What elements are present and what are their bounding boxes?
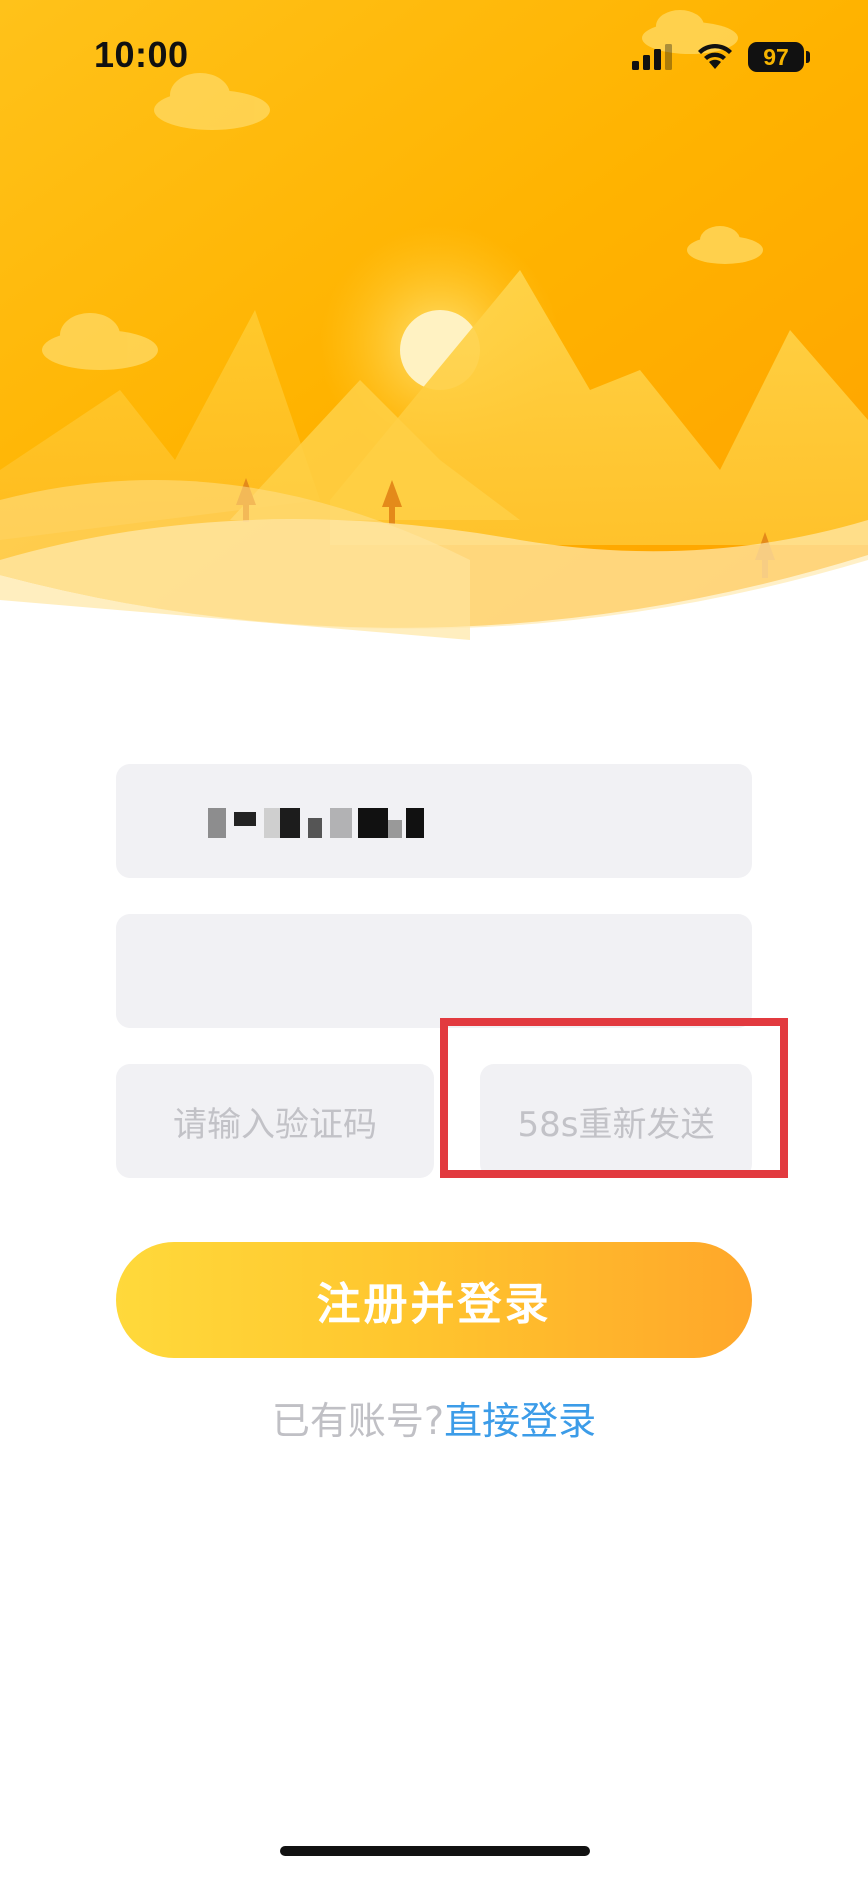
wifi-icon [698, 43, 732, 69]
verification-code-input[interactable]: 请输入验证码 [116, 1064, 434, 1178]
register-and-login-button[interactable]: 注册并登录 [116, 1242, 752, 1358]
redacted-phone-number [208, 808, 428, 838]
login-prompt: 已有账号?直接登录 [0, 1390, 868, 1445]
home-indicator [280, 1846, 590, 1856]
resend-code-button[interactable]: 58s重新发送 [480, 1064, 752, 1178]
phone-input[interactable] [116, 764, 752, 878]
direct-login-link[interactable]: 直接登录 [444, 1399, 596, 1443]
cellular-signal-icon [632, 44, 672, 70]
have-account-text: 已有账号? [271, 1399, 445, 1443]
status-time: 10:00 [94, 34, 189, 75]
status-bar: 10:00 97 [0, 0, 868, 110]
battery-icon: 97 [748, 42, 804, 72]
resend-code-label: 58s重新发送 [517, 1104, 715, 1145]
verification-code-placeholder: 请输入验证码 [173, 1104, 377, 1145]
battery-nub [806, 51, 810, 63]
password-input[interactable] [116, 914, 752, 1028]
